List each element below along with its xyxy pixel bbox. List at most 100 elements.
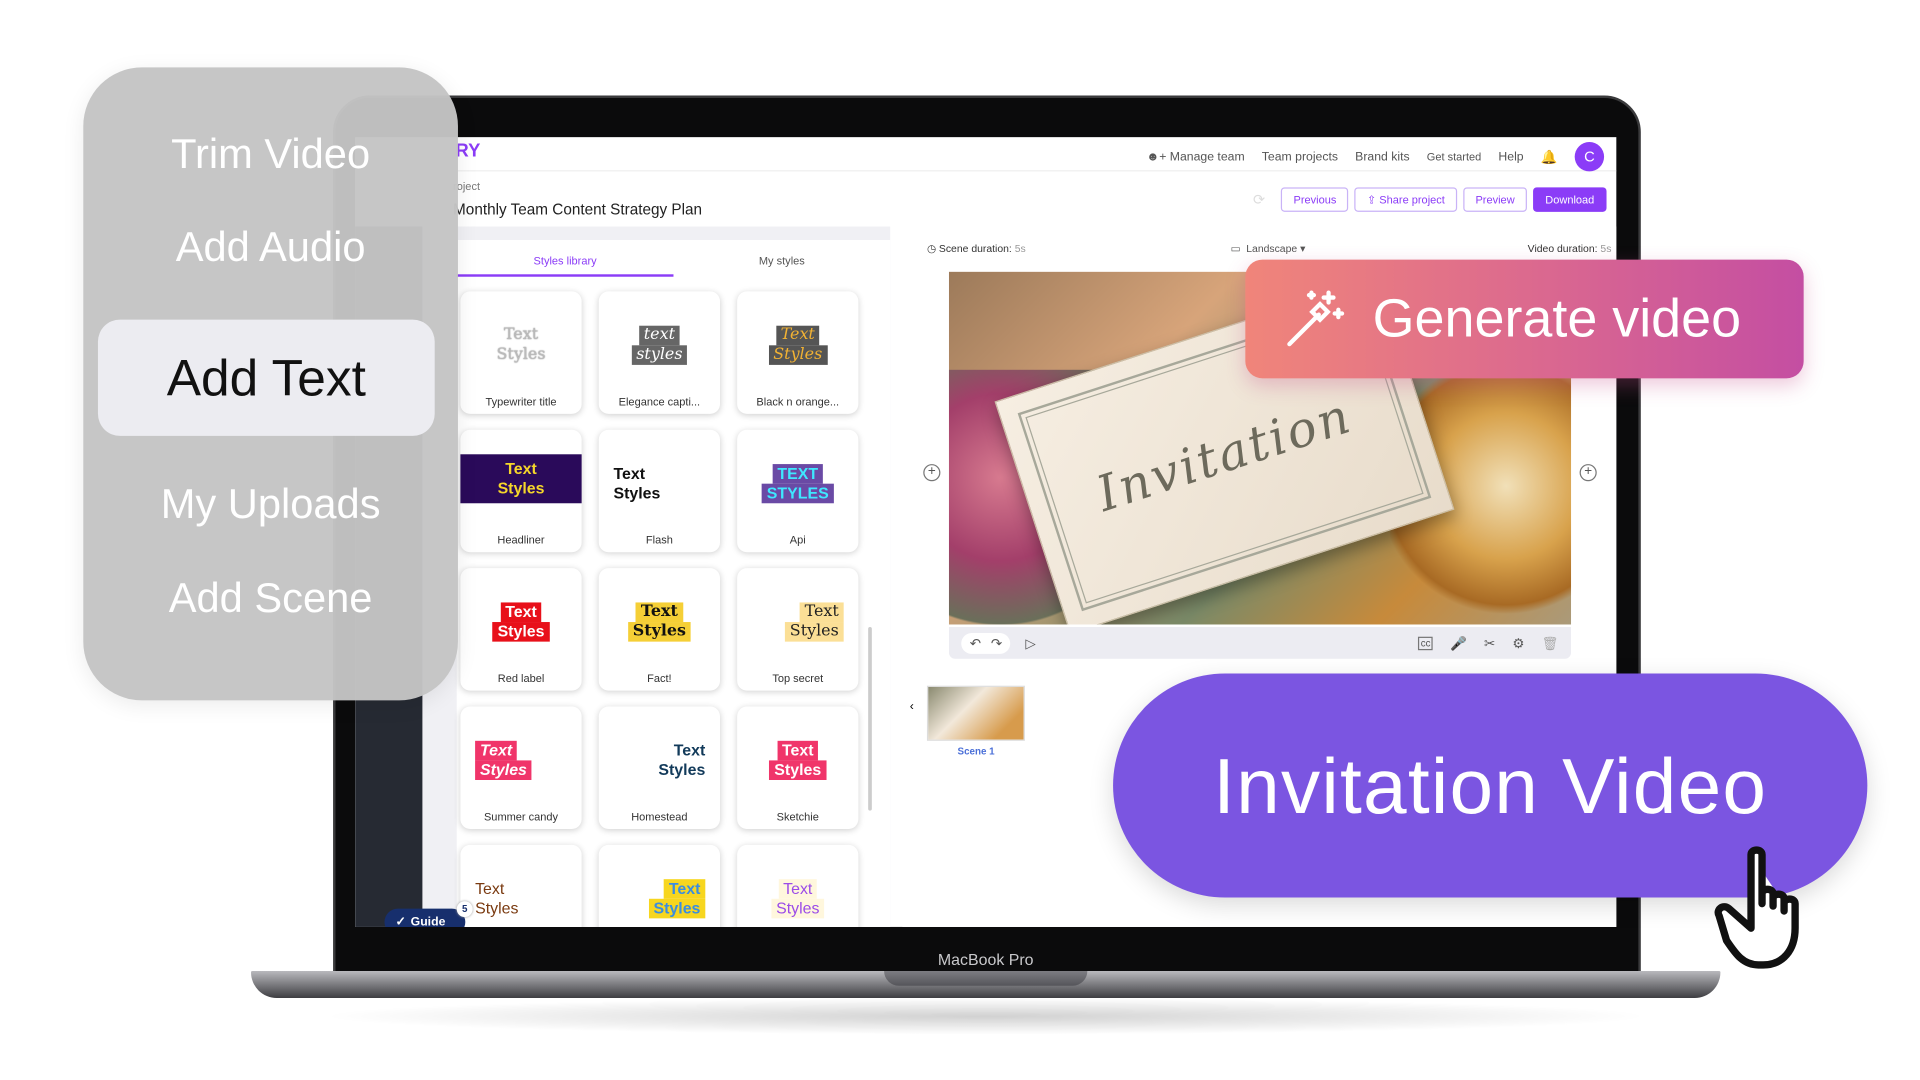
share-label: Share project <box>1379 193 1445 206</box>
style-preview: Text Styles <box>737 585 858 658</box>
add-scene-before-icon[interactable]: + <box>923 464 941 482</box>
orientation-value: Landscape <box>1246 242 1298 255</box>
style-card[interactable]: Text Styles <box>737 844 859 927</box>
scene-duration-label: Scene duration: <box>938 242 1012 255</box>
orientation-dropdown[interactable]: ▭ Landscape ▾ <box>1231 242 1306 255</box>
chevron-left-icon[interactable]: ‹ <box>910 700 914 713</box>
style-card[interactable]: Text Styles Flash <box>598 429 721 553</box>
nav-help[interactable]: Help <box>1498 150 1523 163</box>
preview-text: Text <box>475 740 518 761</box>
preview-text: Text <box>635 602 683 623</box>
style-card-label: Headliner <box>497 533 545 547</box>
menu-item-my-uploads[interactable]: My Uploads <box>83 481 458 529</box>
download-button[interactable]: Download <box>1533 187 1607 212</box>
guide-label: Guide <box>410 915 446 927</box>
project-title[interactable]: Monthly Team Content Strategy Plan <box>453 201 702 218</box>
style-card[interactable]: Text Styles Fact! <box>598 568 721 691</box>
caret-down-icon: ▾ <box>1300 242 1306 255</box>
style-card-label: Elegance capti... <box>618 395 701 408</box>
style-preview: Text Styles <box>460 585 581 658</box>
gear-icon[interactable]: ⚙ <box>1512 635 1524 651</box>
preview-text: Styles <box>492 622 550 642</box>
scene-label[interactable]: Scene 1 <box>958 746 995 757</box>
style-card-label: Homestead <box>631 810 688 823</box>
style-preview: Text Styles <box>599 724 720 797</box>
trash-icon[interactable]: 🗑 <box>1542 635 1559 651</box>
tab-styles-library[interactable]: Styles library <box>456 240 674 277</box>
microphone-icon[interactable]: 🎤 <box>1450 635 1467 651</box>
preview-text: Text <box>613 463 646 483</box>
preview-text: Text <box>777 740 819 761</box>
nav-brand-kits[interactable]: Brand kits <box>1355 150 1409 163</box>
preview-text: Styles <box>613 483 661 503</box>
nav-manage-team[interactable]: ☻+ Manage team <box>1146 150 1244 163</box>
style-card-label: Api <box>789 533 806 547</box>
style-card[interactable]: text styles Elegance capti... <box>598 291 721 414</box>
undo-icon[interactable]: ↶ <box>970 635 981 651</box>
style-card-label: Flash <box>645 533 673 547</box>
avatar[interactable]: C <box>1574 142 1605 172</box>
top-nav: ☻+ Manage team Team projects Brand kits … <box>1146 142 1605 172</box>
preview-text: Text <box>775 325 820 346</box>
menu-item-trim-video[interactable]: Trim Video <box>83 131 458 179</box>
add-scene-after-icon[interactable]: + <box>1579 464 1597 482</box>
style-card-label: Sketchie <box>776 810 819 823</box>
clock-icon: ◷ <box>926 242 939 255</box>
menu-item-add-scene[interactable]: Add Scene <box>83 576 458 624</box>
video-toolbar: ↶ ↷ ▷ cc 🎤 ✂ ⚙ 🗑 <box>948 626 1572 659</box>
preview-text: Text <box>778 878 818 899</box>
check-icon: ✓ <box>395 915 406 927</box>
menu-item-add-audio[interactable]: Add Audio <box>83 224 458 272</box>
preview-text: styles <box>631 345 688 366</box>
style-preview: Text Styles <box>460 724 581 797</box>
nav-label: Manage team <box>1169 150 1245 164</box>
style-card[interactable]: TEXT STYLES Api <box>737 429 859 553</box>
share-icon: ⇪ <box>1366 192 1380 206</box>
preview-button[interactable]: Preview <box>1463 187 1527 212</box>
preview-text: Text <box>503 325 539 344</box>
redo-icon[interactable]: ↷ <box>991 635 1002 651</box>
style-card[interactable]: Text Styles Red label <box>460 568 582 691</box>
style-card[interactable]: Text Styles Sketchie <box>737 706 859 829</box>
preview-text: Styles <box>658 760 706 779</box>
preview-text: Styles <box>475 760 532 781</box>
preview-text: Styles <box>648 898 706 919</box>
scissors-icon[interactable]: ✂ <box>1484 635 1495 651</box>
style-preview: Text Styles <box>737 309 858 382</box>
scene-thumbnail[interactable] <box>926 685 1025 741</box>
tab-my-styles[interactable]: My styles <box>673 240 890 277</box>
style-card[interactable]: Text Styles <box>598 844 721 927</box>
style-card[interactable]: Text Styles Homestead <box>598 706 721 829</box>
play-icon[interactable]: ▷ <box>1025 635 1035 651</box>
logo: RY <box>455 140 481 162</box>
menu-item-add-text[interactable]: Add Text <box>97 319 435 436</box>
preview-text: Text <box>505 458 537 478</box>
style-card[interactable]: Text Styles Top secret <box>737 568 859 691</box>
landscape-icon: ▭ <box>1230 242 1247 255</box>
style-preview: Text Styles <box>737 724 858 797</box>
style-preview: text styles <box>599 309 720 382</box>
style-card[interactable]: Text Styles Typewriter title <box>460 291 582 414</box>
nav-team-projects[interactable]: Team projects <box>1262 150 1338 163</box>
style-card[interactable]: Text Styles Black n orange... <box>737 291 859 414</box>
bell-icon[interactable]: 🔔 <box>1541 149 1558 165</box>
previous-button[interactable]: Previous <box>1281 187 1349 212</box>
share-project-button[interactable]: ⇪ Share project <box>1354 187 1458 212</box>
style-card[interactable]: Text Styles Summer candy <box>460 706 582 829</box>
guide-button[interactable]: ✓ Guide 5 <box>384 901 473 927</box>
generate-video-button[interactable]: Generate video <box>1245 259 1804 379</box>
hand-pointer-icon <box>1714 846 1799 969</box>
panel-scrollbar[interactable] <box>868 626 872 811</box>
style-card[interactable]: Text Styles <box>460 844 582 927</box>
preview-text: Styles <box>784 622 844 642</box>
project-actions: ⟳ Previous ⇪ Share project Preview Downl… <box>1253 187 1607 212</box>
refresh-icon[interactable]: ⟳ <box>1253 191 1265 208</box>
style-card[interactable]: Text Styles Headliner <box>460 429 582 553</box>
captions-icon[interactable]: cc <box>1418 636 1433 650</box>
preview-text: Styles <box>769 760 827 781</box>
nav-get-started[interactable]: Get started <box>1427 151 1482 163</box>
device-label: MacBook Pro <box>937 950 1034 969</box>
style-card-label: Typewriter title <box>485 395 557 408</box>
style-preview: Text Styles <box>460 309 581 382</box>
preview-text: STYLES <box>761 483 834 504</box>
